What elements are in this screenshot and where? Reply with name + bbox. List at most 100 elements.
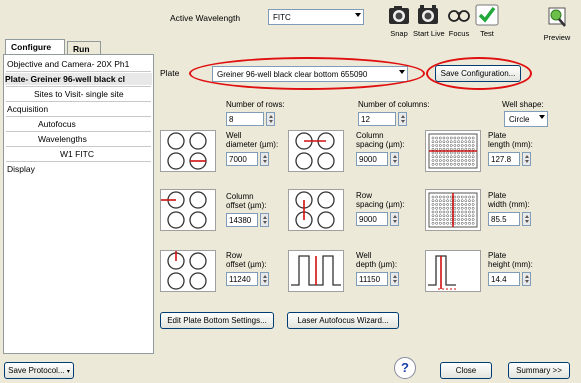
plate-width-diagram-icon: [425, 189, 481, 231]
column-offset-field[interactable]: 14380: [226, 213, 258, 227]
column-offset-diagram-icon: [160, 189, 216, 231]
num-rows-stepper[interactable]: [266, 112, 275, 126]
sidebar-item-objective-camera[interactable]: Objective and Camera- 20X Ph1: [7, 58, 129, 70]
focus-label: Focus: [448, 29, 470, 38]
num-cols-stepper[interactable]: [398, 112, 407, 126]
highlight-oval-save-config: [426, 57, 532, 90]
well-depth-stepper[interactable]: [390, 272, 399, 286]
plate-width-field[interactable]: 85.5: [488, 212, 520, 226]
column-spacing-stepper[interactable]: [390, 152, 399, 166]
plate-width-stepper[interactable]: [522, 212, 531, 226]
test-button[interactable]: Test: [472, 4, 502, 44]
divider: [6, 101, 151, 102]
sidebar-item-label: Autofocus: [38, 119, 76, 129]
divider: [6, 116, 151, 117]
divider: [6, 131, 151, 132]
plate-length-label: Plate: [488, 131, 507, 140]
plate-length-diagram-icon: [425, 130, 481, 172]
chevron-down-icon: [539, 115, 545, 119]
tab-run[interactable]: Run: [67, 41, 101, 55]
preview-icon: [545, 6, 569, 28]
sidebar-item-sites-to-visit[interactable]: Sites to Visit- single site: [34, 88, 124, 100]
plate-settings-panel: Plate Greiner 96-well black clear bottom…: [155, 54, 578, 354]
well-shape-label: Well shape:: [502, 100, 544, 109]
well-diameter-label-2: diameter (µm):: [226, 140, 279, 149]
column-spacing-label: Column: [356, 131, 384, 140]
sidebar-item-plate[interactable]: Plate- Greiner 96-well black cl: [5, 73, 152, 85]
camera-icon: [387, 4, 411, 26]
plate-height-field[interactable]: 14.4: [488, 272, 520, 286]
row-spacing-diagram-icon: [288, 189, 344, 231]
sidebar-item-label: Wavelengths: [38, 134, 87, 144]
num-rows-field[interactable]: 8: [226, 112, 264, 126]
highlight-oval-plate-select: [189, 57, 425, 90]
well-diameter-field[interactable]: 7000: [226, 152, 258, 166]
column-offset-label: Column: [226, 192, 254, 201]
save-protocol-button[interactable]: Save Protocol... ▾: [4, 362, 74, 379]
plate-height-stepper[interactable]: [522, 272, 531, 286]
focus-button[interactable]: Focus: [444, 4, 474, 44]
num-cols-label: Number of columns:: [358, 100, 430, 109]
sidebar-item-label: Plate- Greiner 96-well black cl: [5, 74, 126, 84]
num-cols-field[interactable]: 12: [358, 112, 396, 126]
plate-label: Plate: [160, 68, 180, 78]
row-spacing-label-2: spacing (µm):: [356, 200, 405, 209]
sidebar-item-label: Acquisition: [7, 104, 49, 114]
row-offset-field[interactable]: 11240: [226, 272, 258, 286]
snap-button[interactable]: Snap: [384, 4, 414, 44]
column-offset-stepper[interactable]: [260, 213, 269, 227]
row-spacing-field[interactable]: 9000: [356, 212, 388, 226]
well-diameter-stepper[interactable]: [260, 152, 269, 166]
bottom-bar: Save Protocol... ▾ ? Close Summary >>: [0, 355, 581, 383]
preview-button[interactable]: Preview: [537, 6, 577, 46]
laser-autofocus-wizard-button[interactable]: Laser Autofocus Wizard...: [287, 312, 399, 329]
row-offset-label: Row: [226, 251, 243, 260]
app-window: Active Wavelength FITC Snap Start Live F…: [0, 0, 581, 383]
sidebar-item-label: Objective and Camera- 20X Ph1: [7, 59, 130, 69]
sidebar-item-label: Sites to Visit- single site: [34, 89, 124, 99]
sidebar-item-w1-fitc[interactable]: W1 FITC: [60, 148, 94, 160]
plate-length-stepper[interactable]: [522, 152, 531, 166]
divider: [6, 146, 151, 147]
column-offset-label-2: offset (µm):: [226, 201, 267, 210]
divider: [6, 161, 151, 162]
plate-length-label-2: length (mm):: [488, 140, 533, 149]
laser-autofocus-wizard-label: Laser Autofocus Wizard...: [297, 316, 389, 325]
checkmark-icon: [475, 4, 499, 26]
active-wavelength-value: FITC: [273, 13, 291, 22]
sidebar-item-display[interactable]: Display: [7, 163, 35, 175]
row-spacing-stepper[interactable]: [390, 212, 399, 226]
summary-button[interactable]: Summary >>: [508, 362, 570, 379]
preview-label: Preview: [543, 33, 571, 42]
divider: [6, 71, 151, 72]
close-button[interactable]: Close: [440, 362, 492, 379]
tab-configure[interactable]: Configure: [5, 39, 65, 55]
well-diameter-diagram-icon: [160, 130, 216, 172]
summary-label: Summary >>: [516, 366, 562, 375]
snap-label: Snap: [390, 29, 408, 38]
sidebar-item-wavelengths[interactable]: Wavelengths: [38, 133, 87, 145]
active-wavelength-select[interactable]: FITC: [268, 9, 364, 25]
row-offset-stepper[interactable]: [260, 272, 269, 286]
column-spacing-field[interactable]: 9000: [356, 152, 388, 166]
divider: [6, 86, 151, 87]
help-question-icon[interactable]: ?: [394, 357, 416, 379]
row-offset-diagram-icon: [160, 250, 216, 292]
plate-length-field[interactable]: 127.8: [488, 152, 520, 166]
well-shape-value: Circle: [509, 115, 530, 124]
sidebar-item-acquisition[interactable]: Acquisition: [7, 103, 48, 115]
well-shape-select[interactable]: Circle: [504, 111, 548, 127]
edit-plate-bottom-button[interactable]: Edit Plate Bottom Settings...: [160, 312, 274, 329]
close-label: Close: [455, 366, 477, 375]
column-spacing-diagram-icon: [288, 130, 344, 172]
live-camera-icon: [416, 4, 440, 26]
plate-height-label: Plate: [488, 251, 507, 260]
sidebar-item-autofocus[interactable]: Autofocus: [38, 118, 76, 130]
well-depth-field[interactable]: 11150: [356, 272, 388, 286]
start-live-button[interactable]: Start Live: [413, 4, 445, 44]
test-label: Test: [480, 29, 494, 38]
well-depth-label: Well: [356, 251, 372, 260]
save-protocol-label: Save Protocol...: [8, 366, 65, 375]
sidebar-tree: Objective and Camera- 20X Ph1 Plate- Gre…: [3, 54, 154, 354]
chevron-down-icon: [355, 13, 361, 17]
